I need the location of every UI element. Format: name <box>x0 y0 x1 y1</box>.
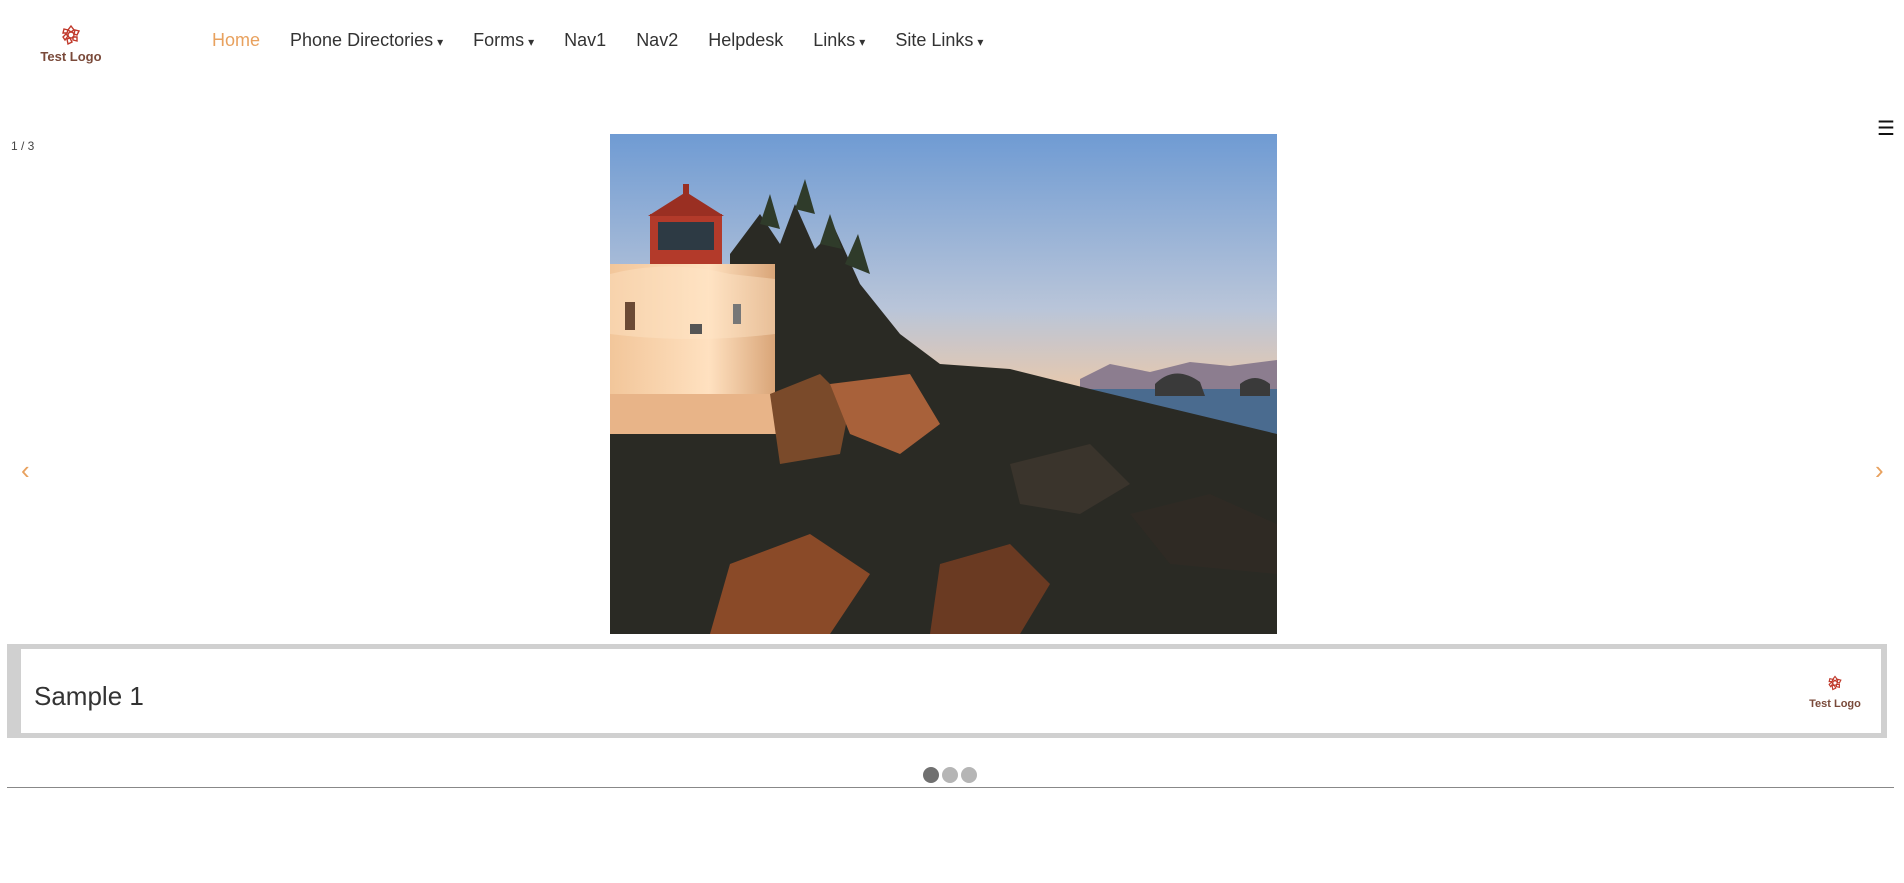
nav-item-label: Phone Directories <box>290 30 434 50</box>
nav-item-label: Site Links <box>895 30 974 50</box>
caption-logo-text: Test Logo <box>1809 698 1861 710</box>
slide-image <box>610 134 1277 634</box>
nav-item-links[interactable]: Links ▾ <box>813 30 865 51</box>
nav-item-label: Forms <box>473 30 525 50</box>
site-header: Test Logo Home Phone Directories ▾ Forms ▾… <box>0 0 1904 90</box>
previous-slide-button[interactable]: ‹ <box>21 455 30 486</box>
slide-counter: 1 / 3 <box>11 139 35 153</box>
slide-dot-1[interactable] <box>923 767 939 783</box>
logo[interactable]: Test Logo <box>36 24 106 64</box>
logo-icon <box>62 24 81 46</box>
caret-down-icon: ▾ <box>977 35 984 49</box>
nav-item-label: Home <box>212 30 261 50</box>
caret-down-icon: ▾ <box>859 35 866 49</box>
caret-down-icon: ▾ <box>528 35 535 49</box>
logo-icon <box>1828 675 1842 691</box>
caption-title: Sample 1 <box>34 681 144 711</box>
next-slide-button[interactable]: › <box>1875 455 1884 486</box>
caption-inner: Sample 1 Test Logo <box>21 649 1881 733</box>
nav-item-helpdesk[interactable]: Helpdesk <box>708 30 783 51</box>
nav-item-nav2[interactable]: Nav2 <box>636 30 678 51</box>
slide-dots <box>923 767 977 783</box>
lighthouse-image <box>610 134 1277 634</box>
nav-item-phone-directories[interactable]: Phone Directories ▾ <box>290 30 443 51</box>
main-nav: Home Phone Directories ▾ Forms ▾ Nav1 Nav2… <box>212 30 1013 51</box>
nav-item-forms[interactable]: Forms ▾ <box>473 30 534 51</box>
nav-item-label: Helpdesk <box>708 30 784 50</box>
caret-down-icon: ▾ <box>437 35 444 49</box>
hamburger-menu-icon[interactable]: ☰ <box>1877 116 1895 141</box>
nav-item-label: Links <box>813 30 856 50</box>
divider <box>7 787 1894 788</box>
caption-logo: Test Logo <box>1805 675 1865 710</box>
nav-item-label: Nav1 <box>564 30 607 50</box>
nav-item-site-links[interactable]: Site Links ▾ <box>895 30 983 51</box>
slide-dot-2[interactable] <box>942 767 958 783</box>
slide-dot-3[interactable] <box>961 767 977 783</box>
nav-item-label: Nav2 <box>636 30 679 50</box>
logo-text: Test Logo <box>40 49 102 64</box>
nav-item-nav1[interactable]: Nav1 <box>564 30 606 51</box>
nav-item-home[interactable]: Home <box>212 30 260 51</box>
slide-caption: Sample 1 Test Logo <box>7 644 1887 738</box>
